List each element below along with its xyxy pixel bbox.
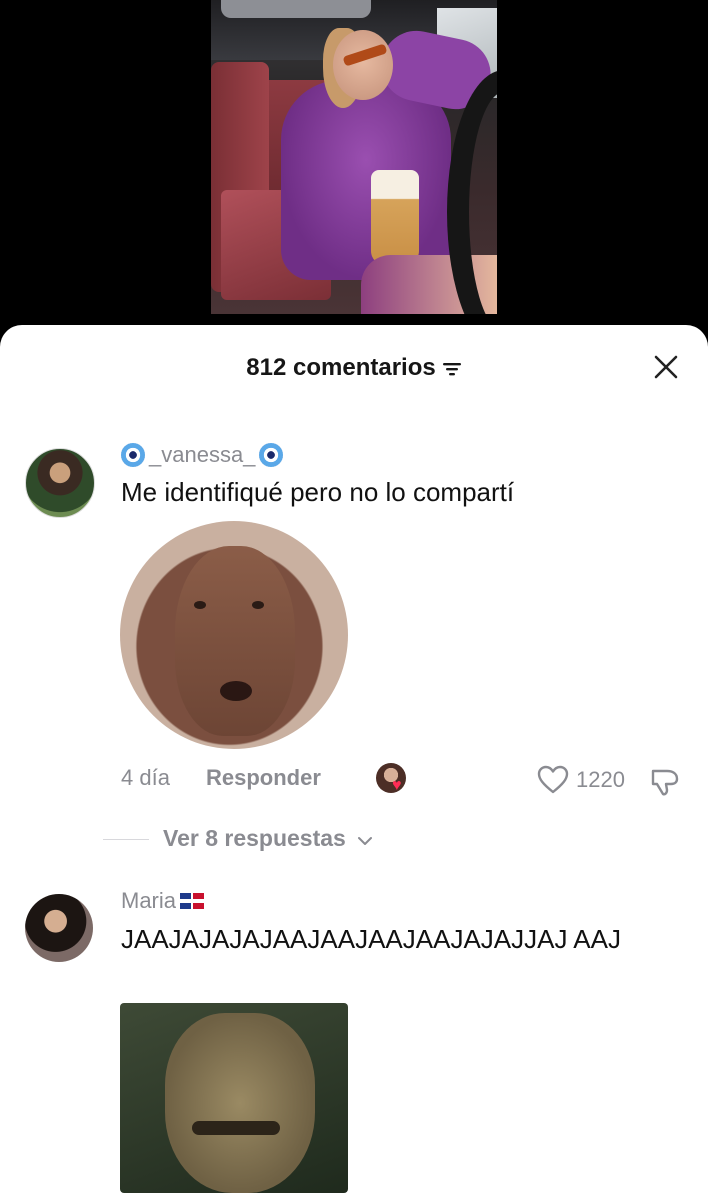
dislike-icon[interactable] <box>649 765 681 797</box>
dino-sticker-image[interactable] <box>120 1003 348 1193</box>
avatar[interactable] <box>25 448 95 518</box>
dino-mouth <box>192 1121 280 1135</box>
drink-cup <box>371 170 419 265</box>
view-replies-button[interactable]: Ver 8 respuestas <box>163 825 373 852</box>
comment-count: 812 comentarios <box>246 354 461 382</box>
dog-sticker-image[interactable] <box>120 521 348 749</box>
video-frame[interactable] <box>211 0 497 314</box>
comment-count-label: 812 comentarios <box>246 354 436 381</box>
dominican-flag-icon <box>180 893 205 909</box>
username-label: Maria <box>121 888 177 913</box>
view-replies-row: Ver 8 respuestas <box>103 825 503 855</box>
video-area[interactable] <box>0 0 708 350</box>
dog-eye <box>194 601 206 609</box>
comments-sheet: 812 comentarios _vanessa_ Me identifiqué… <box>0 325 708 1200</box>
heart-badge-icon: ♥ <box>392 777 402 794</box>
comment-username[interactable]: Maria <box>121 888 205 914</box>
comment-time: 4 día <box>121 765 170 790</box>
evil-eye-icon <box>259 443 284 467</box>
person-head <box>333 30 393 100</box>
divider <box>103 839 149 840</box>
avatar[interactable] <box>25 894 93 962</box>
close-icon[interactable] <box>652 353 680 381</box>
comments-header: 812 comentarios <box>0 325 708 410</box>
dog-face <box>175 546 295 736</box>
filter-icon[interactable] <box>442 361 462 377</box>
username-label: _vanessa_ <box>149 442 256 467</box>
comment-username[interactable]: _vanessa_ <box>121 442 284 468</box>
heart-icon[interactable] <box>537 765 569 795</box>
dino-head <box>165 1013 315 1193</box>
comment-text: JAAJAJAJAJAAJAAJAAJAAJAJAJJAJ AAJ <box>121 924 621 954</box>
chevron-down-icon <box>358 837 373 845</box>
comment-text: Me identifiqué pero no lo compartí <box>121 477 515 507</box>
person-body <box>281 80 451 280</box>
comment-meta: 4 día Responder ♥ 1220 <box>121 763 691 799</box>
view-replies-label: Ver 8 respuestas <box>163 825 346 851</box>
creator-liked-avatar: ♥ <box>376 763 406 794</box>
reply-button[interactable]: Responder <box>206 765 321 791</box>
dog-eye <box>252 601 264 609</box>
dog-nose <box>220 681 252 701</box>
evil-eye-icon <box>121 443 145 467</box>
car-window <box>221 0 371 18</box>
comment-count-wrap: 812 comentarios <box>0 354 708 382</box>
like-count: 1220 <box>576 767 625 792</box>
